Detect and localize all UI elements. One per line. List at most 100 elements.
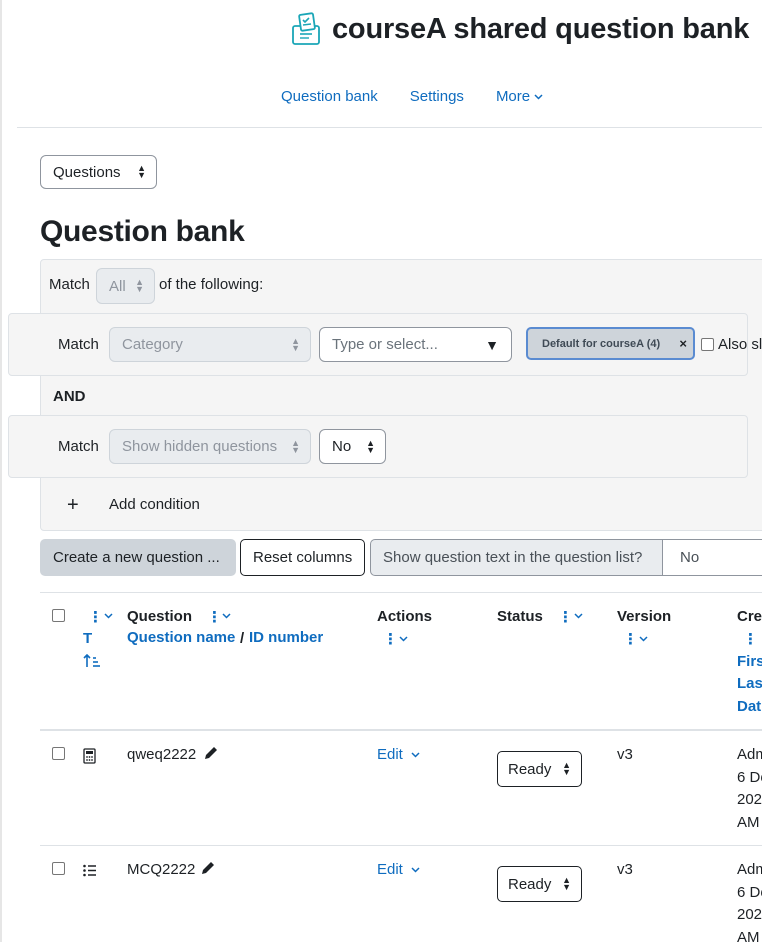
add-condition-button[interactable]: Add condition [109,496,200,513]
select-arrows-icon: ▲ ▼ [291,335,300,353]
chevron-down-icon[interactable] [399,636,408,642]
condition-type-select[interactable]: Show hidden questions ▲ ▼ [109,429,311,464]
created-line: 6 De [737,883,762,901]
created-line: 6 De [737,768,762,786]
typeahead-placeholder: Type or select... [332,336,438,353]
nav-more-menu[interactable]: More [496,88,543,105]
created-line: 202 [737,791,762,808]
select-all-checkbox[interactable] [52,609,65,622]
edit-pencil-icon[interactable] [200,860,216,876]
category-typeahead-input[interactable]: Type or select... ▼ [319,327,512,362]
plus-icon[interactable]: + [67,494,79,517]
edit-action-menu[interactable]: Edit [377,861,403,878]
select-arrows-icon: ▲ ▼ [366,437,375,455]
question-column-header: Question [127,608,193,625]
status-select[interactable]: Ready ▲ ▼ [497,751,582,787]
create-question-button[interactable]: Create a new question ... [40,539,236,576]
join-type-label: AND [53,388,86,405]
column-menu-icon[interactable]: ⋮ [207,608,222,626]
created-line: Adm [737,746,762,763]
nav-settings[interactable]: Settings [410,88,464,105]
status-select[interactable]: Ready ▲ ▼ [497,866,582,902]
created-line: 202 [737,906,762,923]
column-menu-icon[interactable]: ⋮ [88,608,103,626]
version-value: v3 [617,861,633,878]
page-type-select[interactable]: Questions ▲ ▼ [40,155,157,189]
show-question-text-select[interactable]: No [662,539,762,576]
edit-pencil-icon[interactable] [203,745,219,761]
nav-question-bank[interactable]: Question bank [281,88,378,105]
secondary-navigation: Question bank Settings More [281,88,543,105]
created-last-name-sort[interactable]: Las [737,673,762,696]
page-title: courseA shared question bank [332,12,750,45]
column-menu-icon[interactable]: ⋮ [623,630,638,648]
also-show-label: Also sl [718,336,762,353]
id-number-sort[interactable]: ID number [249,627,323,650]
actions-column-header: Actions [377,608,433,625]
row-select-checkbox[interactable] [52,747,65,760]
column-menu-icon[interactable]: ⋮ [743,630,758,648]
remove-chip-icon[interactable]: × [679,336,687,351]
show-question-text-label: Show question text in the question list? [370,539,663,576]
hidden-value: No [332,438,352,455]
status-value: Ready [508,760,552,778]
header-slash: / [240,630,245,647]
condition-type-value: Show hidden questions [122,438,278,455]
list-icon [83,864,96,877]
chevron-down-icon[interactable] [222,613,231,619]
chevron-down-icon[interactable] [411,752,420,758]
match-all-select[interactable]: All ▲ ▼ [96,268,155,304]
column-menu-icon[interactable]: ⋮ [383,630,398,648]
question-name: qweq2222 [127,746,197,763]
created-cell: Adm 6 De 202 AM [737,859,762,942]
calculator-icon [83,748,96,764]
dropdown-triangle-icon: ▼ [485,336,499,353]
match-label: Match [49,276,90,293]
question-name: MCQ2222 [127,861,196,878]
page-type-value: Questions [53,163,121,181]
type-column-sort[interactable]: T [83,628,92,651]
row-select-checkbox[interactable] [52,862,65,875]
page-header: courseA shared question bank [290,12,749,46]
select-arrows-icon: ▲ ▼ [562,760,571,777]
created-date-sort[interactable]: Dat [737,696,761,719]
also-show-subcategories-checkbox[interactable] [701,338,714,351]
chevron-down-icon [534,93,543,100]
match-all-value: All [109,277,126,295]
created-line: Adm [737,861,762,878]
created-cell: Adm 6 De 202 AM [737,744,762,834]
created-column-header: Cre [737,608,762,625]
sort-ascending-icon[interactable] [83,654,101,668]
created-first-name-sort[interactable]: Firs [737,651,762,674]
chevron-down-icon[interactable] [574,613,583,619]
condition-match-label: Match [58,336,99,353]
hidden-value-select[interactable]: No ▲ ▼ [319,429,386,464]
created-line: AM [737,813,760,831]
row-divider [40,845,762,846]
select-arrows-icon: ▲ ▼ [137,163,146,180]
nav-divider [17,127,762,128]
version-value: v3 [617,746,633,763]
edit-action-menu[interactable]: Edit [377,746,403,763]
status-column-header: Status [497,608,543,625]
condition-match-label: Match [58,438,99,455]
created-line: AM [737,928,760,942]
section-title: Question bank [40,215,245,248]
chip-label: Default for courseA (4) [542,337,661,350]
chevron-down-icon[interactable] [411,867,420,873]
selected-category-chip[interactable]: Default for courseA (4) × [526,327,695,360]
condition-type-select[interactable]: Category ▲ ▼ [109,327,311,362]
table-header-border [40,729,762,731]
page-left-border [0,0,2,942]
version-column-header: Version [617,608,672,625]
column-menu-icon[interactable]: ⋮ [558,608,573,626]
of-following-label: of the following: [159,276,264,293]
select-arrows-icon: ▲ ▼ [562,875,571,892]
select-arrows-icon: ▲ ▼ [135,277,144,294]
chevron-down-icon[interactable] [639,636,648,642]
reset-columns-button[interactable]: Reset columns [240,539,365,576]
question-bank-box-icon [292,12,320,45]
table-top-border [40,592,762,593]
question-name-sort[interactable]: Question name [127,627,235,650]
chevron-down-icon[interactable] [104,613,113,619]
